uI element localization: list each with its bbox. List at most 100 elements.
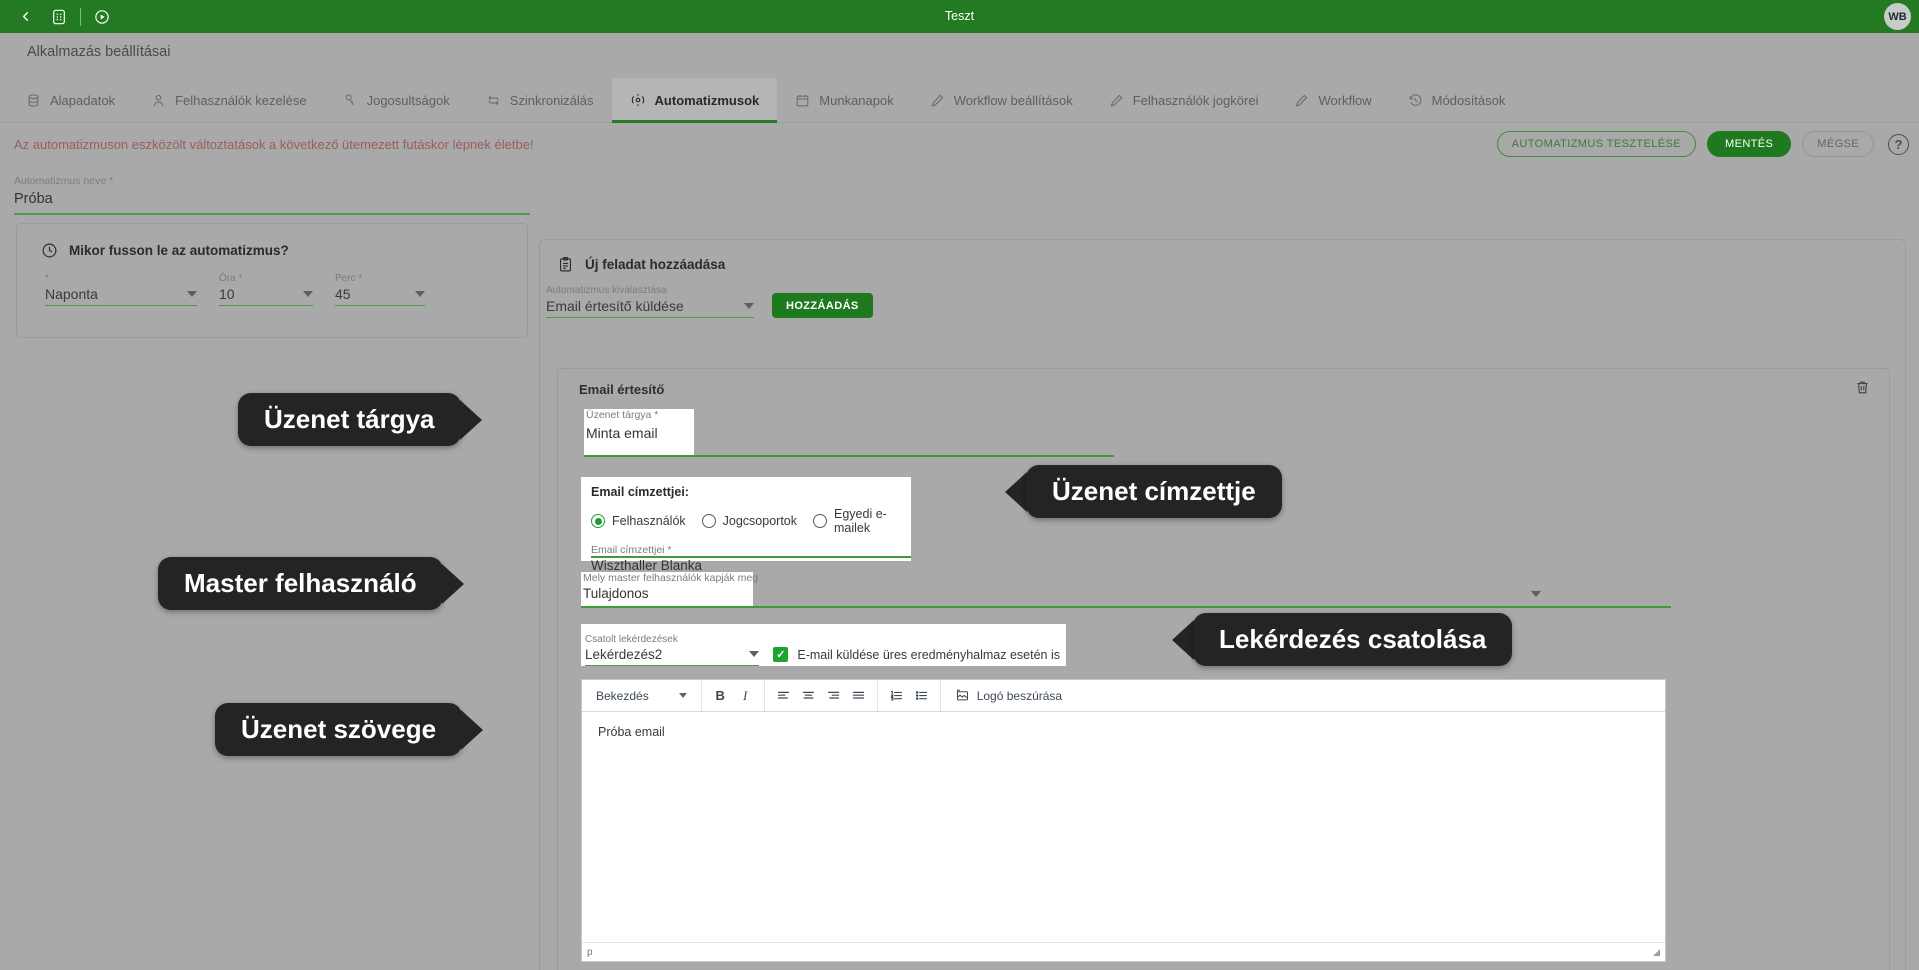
tab-label: Jogosultságok [366, 92, 450, 108]
add-task-button[interactable]: HOZZÁADÁS [772, 293, 873, 319]
align-justify-icon[interactable] [846, 680, 871, 712]
callout-arrow-right-icon [441, 563, 464, 604]
callout-attach-query: Lekérdezés csatolása [1172, 613, 1513, 667]
play-circle-icon[interactable] [85, 0, 119, 33]
paragraph-style-select[interactable]: Bekezdés [588, 680, 695, 712]
new-task-controls: Automatizmus kiválasztása Email értesítő… [540, 273, 1905, 319]
minute-value: 45 [335, 286, 351, 302]
chevron-down-icon [678, 693, 687, 698]
pencil-icon [1294, 93, 1309, 108]
automation-name-field[interactable]: Automatizmus neve * Próba [14, 175, 530, 215]
chevron-left-icon[interactable] [8, 0, 42, 33]
tab-automatizmusok[interactable]: Automatizmusok [611, 78, 778, 123]
radio-felhasznalok[interactable]: Felhasználók [591, 514, 686, 528]
attached-query-select[interactable]: Csatolt lekérdezések Lekérdezés2 [585, 633, 760, 666]
new-task-panel: Új feladat hozzáadása Automatizmus kivál… [539, 239, 1906, 970]
editor-content-area[interactable]: Próba email [582, 712, 1665, 942]
email-task-title: Email értesítő [579, 382, 665, 397]
align-right-icon[interactable] [821, 680, 846, 712]
calendar-icon [795, 93, 810, 108]
minute-label: Perc * [335, 273, 363, 284]
callout-message-recipient: Üzenet címzettje [1005, 465, 1282, 519]
message-subject-label: Üzenet tárgya * [586, 409, 659, 421]
action-buttons: AUTOMATIZMUS TESZTELÉSE MENTÉS MÉGSE ? [1496, 131, 1909, 157]
tab-felhasznalok-jogkorei[interactable]: Felhasználók jogkörei [1091, 78, 1277, 122]
tab-modositasok[interactable]: Módosítások [1390, 78, 1524, 122]
recipient-type-radio-group: Felhasználók Jogcsoportok Egyedi e-maile… [591, 507, 901, 535]
tab-alapadatok[interactable]: Alapadatok [8, 78, 133, 122]
paragraph-style-group: Bekezdés [582, 680, 702, 711]
pencil-icon [930, 93, 945, 108]
ordered-list-icon[interactable] [884, 680, 909, 712]
chevron-down-icon [187, 291, 197, 297]
radio-egyedi-emailek[interactable]: Egyedi e-mailek [813, 507, 901, 535]
bold-button[interactable]: B [708, 680, 733, 712]
recipients-input[interactable]: Email címzettjei * Wiszthaller Blanka [591, 544, 901, 573]
help-icon[interactable]: ? [1888, 133, 1909, 155]
paragraph-style-value: Bekezdés [596, 688, 649, 703]
alignment-group [765, 680, 878, 711]
automation-type-select[interactable]: Automatizmus kiválasztása Email értesítő… [546, 285, 754, 319]
callout-message-subject: Üzenet tárgya [238, 393, 482, 447]
new-task-heading: Új feladat hozzáadása [540, 240, 1905, 273]
save-button[interactable]: MENTÉS [1707, 131, 1792, 157]
field-underline [591, 556, 911, 558]
recipients-input-value: Wiszthaller Blanka [591, 558, 703, 573]
insert-logo-label: Logó beszúrása [976, 688, 1063, 703]
callout-label: Üzenet tárgya [238, 393, 461, 447]
sync-icon [486, 93, 501, 108]
automation-name-value: Próba [14, 191, 53, 207]
window-title: Teszt [944, 9, 975, 23]
radio-dot [701, 514, 716, 528]
field-underline [584, 455, 1114, 457]
settings-tab-bar: Alapadatok Felhasználók kezelése Jogosul… [0, 78, 1919, 123]
tab-workflow[interactable]: Workflow [1276, 78, 1389, 122]
grid-apps-icon[interactable] [42, 0, 76, 33]
bullet-list-icon[interactable] [909, 680, 934, 712]
automation-type-label: Automatizmus kiválasztása [546, 285, 667, 296]
empty-result-checkbox[interactable]: ✓ E-mail küldése üres eredményhalmaz ese… [773, 647, 1060, 666]
master-users-value: Tulajdonos [583, 586, 649, 601]
schedule-selectors: * Naponta Óra * 10 Perc * 45 [17, 259, 527, 307]
message-subject-field[interactable]: Üzenet tárgya * Minta email [584, 409, 1114, 457]
minute-select[interactable]: Perc * 45 [335, 273, 425, 307]
hour-label: Óra * [219, 273, 243, 284]
editor-resize-handle[interactable] [1653, 948, 1660, 956]
avatar[interactable]: WB [1884, 3, 1911, 30]
tab-workflow-beallitasok[interactable]: Workflow beállítások [912, 78, 1091, 122]
chevron-down-icon [303, 291, 313, 297]
automation-name-label: Automatizmus neve * [14, 175, 114, 187]
tab-munkanapok[interactable]: Munkanapok [777, 78, 911, 122]
empty-result-checkbox-label: E-mail küldése üres eredményhalmaz eseté… [797, 647, 1060, 662]
tab-jogosultsagok[interactable]: Jogosultságok [325, 78, 468, 122]
master-users-select[interactable]: Mely master felhasználók kapják meg Tula… [581, 572, 1671, 608]
database-icon [26, 93, 41, 108]
tab-szinkronizalas[interactable]: Szinkronizálás [468, 78, 612, 122]
test-automation-button[interactable]: AUTOMATIZMUS TESZTELÉSE [1496, 131, 1697, 157]
app-root: Teszt WB Alkalmazás beállításai Alapadat… [0, 0, 1919, 970]
trash-icon[interactable] [1854, 379, 1871, 396]
tab-label: Szinkronizálás [509, 92, 594, 108]
user-icon [151, 93, 166, 108]
radio-jogcsoportok[interactable]: Jogcsoportok [701, 514, 797, 528]
top-bar-divider [80, 7, 81, 26]
attached-query-label: Csatolt lekérdezések [585, 633, 678, 645]
insert-logo-button[interactable]: Logó beszúrása [947, 680, 1070, 712]
attached-query-value: Lekérdezés2 [585, 646, 663, 662]
align-left-icon[interactable] [771, 680, 796, 712]
radio-label: Felhasználók [612, 514, 686, 528]
tab-label: Automatizmusok [654, 92, 760, 108]
message-body-editor: Bekezdés B I Logó beszúrása Próba email … [581, 679, 1666, 962]
chevron-down-icon [749, 651, 760, 658]
key-icon [343, 93, 358, 108]
chevron-down-icon [744, 303, 754, 309]
align-center-icon[interactable] [796, 680, 821, 712]
italic-button[interactable]: I [733, 680, 758, 712]
field-underline [14, 213, 530, 215]
automation-type-value: Email értesítő küldése [546, 298, 684, 314]
cancel-button[interactable]: MÉGSE [1802, 131, 1874, 157]
hour-select[interactable]: Óra * 10 [219, 273, 313, 307]
tab-felhasznalok-kezelese[interactable]: Felhasználók kezelése [133, 78, 325, 122]
warning-action-row: Az automatizmuson eszközölt változtatáso… [0, 123, 1919, 171]
frequency-select[interactable]: * Naponta [45, 273, 197, 307]
